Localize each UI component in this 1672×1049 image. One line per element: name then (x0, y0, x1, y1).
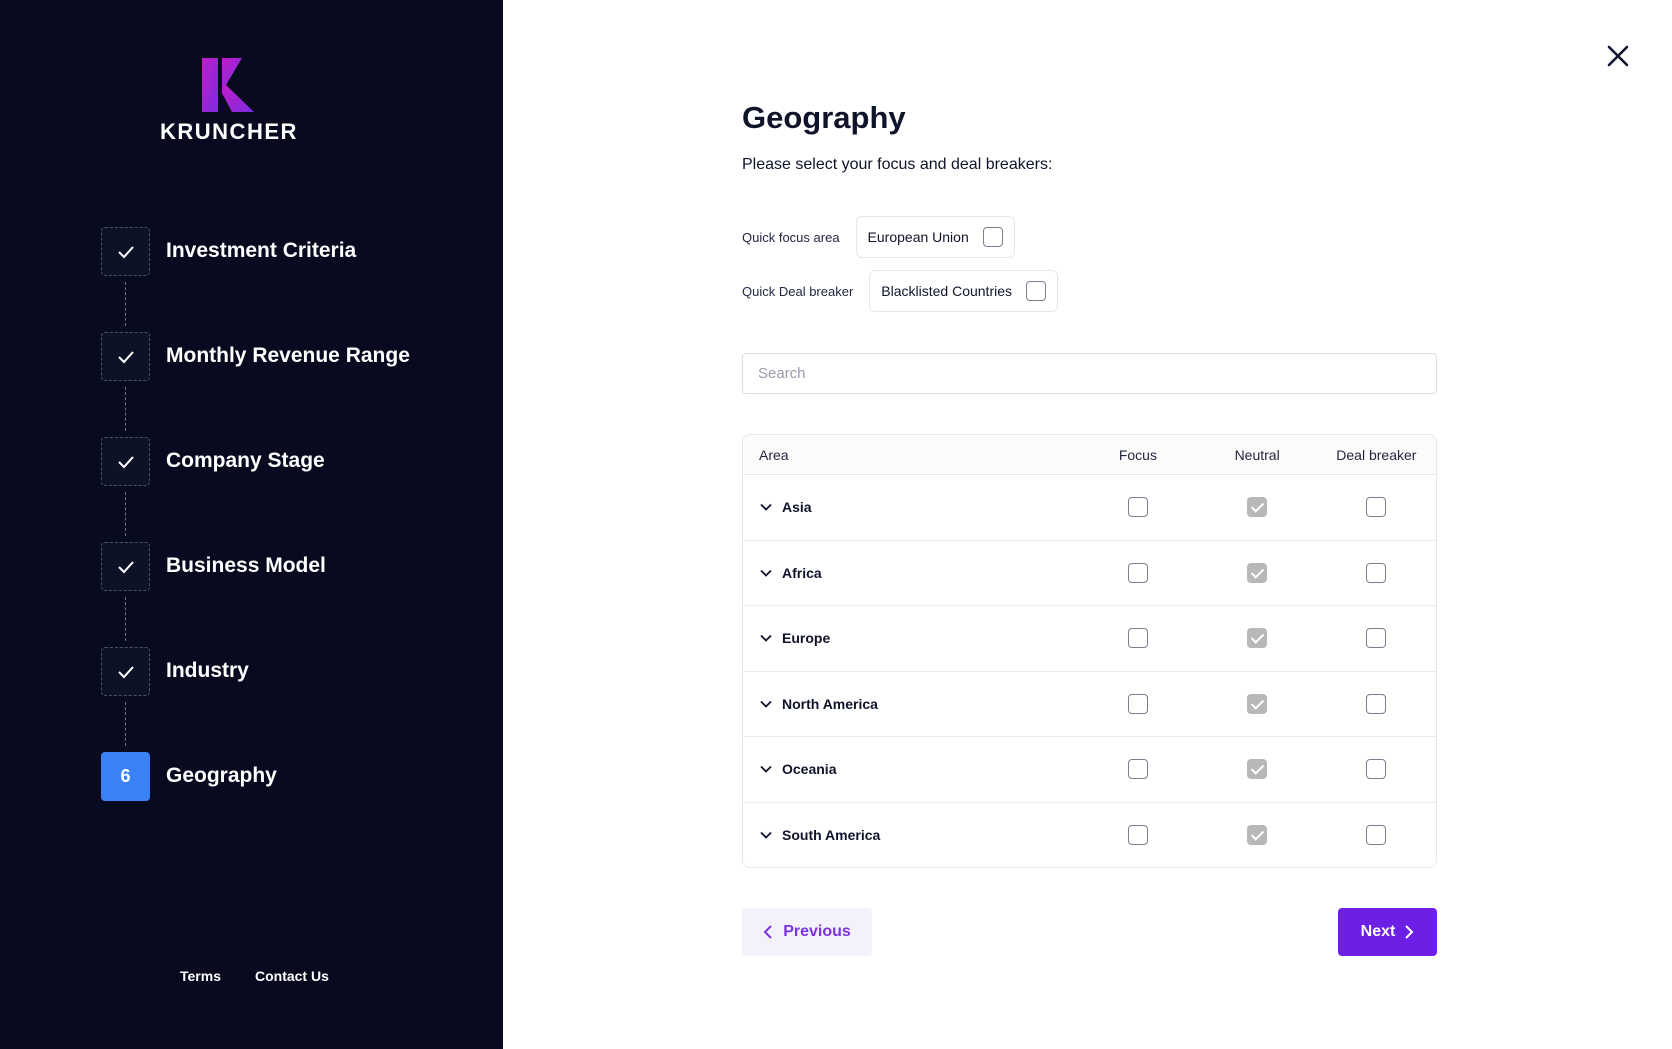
quick-focus-option[interactable]: European Union (855, 216, 1015, 258)
header-neutral: Neutral (1234, 446, 1280, 463)
contact-us-link[interactable]: Contact Us (255, 968, 329, 984)
table-row: Africa (743, 541, 1436, 606)
focus-checkbox[interactable] (1127, 693, 1148, 714)
focus-checkbox[interactable] (1127, 759, 1148, 780)
step-label: Investment Criteria (166, 239, 357, 262)
step-label: Industry (166, 659, 249, 682)
area-name: Europe (782, 630, 831, 647)
deal-breaker-checkbox[interactable] (1366, 759, 1387, 780)
deal-breaker-checkbox[interactable] (1366, 825, 1387, 846)
table-header: Area Focus Neutral Deal breaker (743, 435, 1436, 475)
chevron-down-icon (760, 504, 772, 512)
sidebar: KRUNCHER Investment Criteria Monthly Rev… (0, 0, 503, 1049)
next-button-label: Next (1360, 923, 1396, 940)
step-check-box (101, 332, 150, 381)
header-deal-breaker: Deal breaker (1336, 446, 1417, 463)
table-row: North America (743, 672, 1436, 737)
chevron-down-icon (760, 832, 772, 840)
step-connector (125, 597, 126, 641)
quick-focus-option-label: European Union (867, 229, 969, 245)
chevron-down-icon (760, 700, 772, 708)
step-connector (125, 702, 126, 746)
check-icon (117, 350, 134, 363)
area-name: Africa (782, 564, 822, 581)
search-input[interactable] (742, 353, 1437, 394)
area-toggle[interactable]: Africa (743, 565, 1078, 581)
area-name: Oceania (782, 761, 837, 778)
check-icon (117, 455, 134, 468)
step-connector (125, 492, 126, 536)
step-check-box (101, 227, 150, 276)
step-check-box (101, 437, 150, 486)
step-connector (125, 282, 126, 326)
step-check-box (101, 542, 150, 591)
neutral-checkbox[interactable] (1247, 628, 1268, 649)
check-icon (117, 560, 134, 573)
quick-focus-checkbox[interactable] (982, 227, 1003, 247)
quick-focus-label: Quick focus area (742, 229, 840, 245)
chevron-down-icon (760, 569, 772, 577)
neutral-checkbox[interactable] (1247, 693, 1268, 714)
header-area: Area (759, 446, 789, 463)
check-icon (117, 665, 134, 678)
header-focus: Focus (1118, 446, 1157, 463)
brand-name: KRUNCHER (160, 119, 298, 144)
close-icon (1607, 45, 1629, 67)
close-button[interactable] (1604, 42, 1632, 70)
neutral-checkbox[interactable] (1247, 825, 1268, 846)
quick-focus-row: Quick focus area European Union (742, 216, 1015, 258)
check-icon (117, 245, 134, 258)
next-button[interactable]: Next (1338, 908, 1437, 956)
footer-links: Terms Contact Us (180, 968, 329, 984)
neutral-checkbox[interactable] (1247, 562, 1268, 583)
deal-breaker-checkbox[interactable] (1366, 693, 1387, 714)
quick-deal-label: Quick Deal breaker (742, 283, 854, 299)
step-number-badge: 6 (101, 752, 150, 801)
deal-breaker-checkbox[interactable] (1366, 497, 1387, 518)
area-name: Asia (782, 499, 812, 516)
area-name: North America (782, 695, 878, 712)
chevron-right-icon (1405, 925, 1414, 939)
step-connector (125, 387, 126, 431)
chevron-down-icon (760, 766, 772, 774)
area-toggle[interactable]: Asia (743, 499, 1078, 515)
step-label: Company Stage (166, 449, 325, 472)
focus-checkbox[interactable] (1127, 628, 1148, 649)
focus-checkbox[interactable] (1127, 497, 1148, 518)
kruncher-logo-icon (202, 58, 254, 112)
area-toggle[interactable]: Europe (743, 630, 1078, 646)
area-toggle[interactable]: Oceania (743, 761, 1078, 777)
previous-button[interactable]: Previous (742, 908, 872, 956)
previous-button-label: Previous (783, 923, 851, 940)
chevron-down-icon (760, 635, 772, 643)
table-row: Europe (743, 606, 1436, 672)
deal-breaker-checkbox[interactable] (1366, 628, 1387, 649)
table-row: South America (743, 803, 1436, 868)
focus-checkbox[interactable] (1127, 562, 1148, 583)
page-subtitle: Please select your focus and deal breake… (742, 156, 1053, 173)
deal-breaker-checkbox[interactable] (1366, 562, 1387, 583)
step-label: Monthly Revenue Range (166, 344, 410, 367)
quick-deal-option[interactable]: Blacklisted Countries (869, 270, 1059, 312)
quick-deal-option-label: Blacklisted Countries (881, 283, 1013, 299)
quick-deal-row: Quick Deal breaker Blacklisted Countries (742, 270, 1059, 312)
geography-table: Area Focus Neutral Deal breaker Asia Afr… (742, 434, 1437, 868)
brand-logo: KRUNCHER (160, 58, 296, 145)
table-row: Oceania (743, 737, 1436, 803)
neutral-checkbox[interactable] (1247, 497, 1268, 518)
step-check-box (101, 647, 150, 696)
chevron-left-icon (763, 925, 772, 939)
area-name: South America (782, 827, 881, 844)
terms-link[interactable]: Terms (180, 968, 221, 984)
step-label: Business Model (166, 554, 326, 577)
focus-checkbox[interactable] (1127, 825, 1148, 846)
area-toggle[interactable]: South America (743, 827, 1078, 843)
quick-deal-checkbox[interactable] (1026, 281, 1047, 301)
table-row: Asia (743, 475, 1436, 541)
neutral-checkbox[interactable] (1247, 759, 1268, 780)
step-label: Geography (166, 764, 277, 787)
page-title: Geography (742, 100, 906, 135)
area-toggle[interactable]: North America (743, 696, 1078, 712)
